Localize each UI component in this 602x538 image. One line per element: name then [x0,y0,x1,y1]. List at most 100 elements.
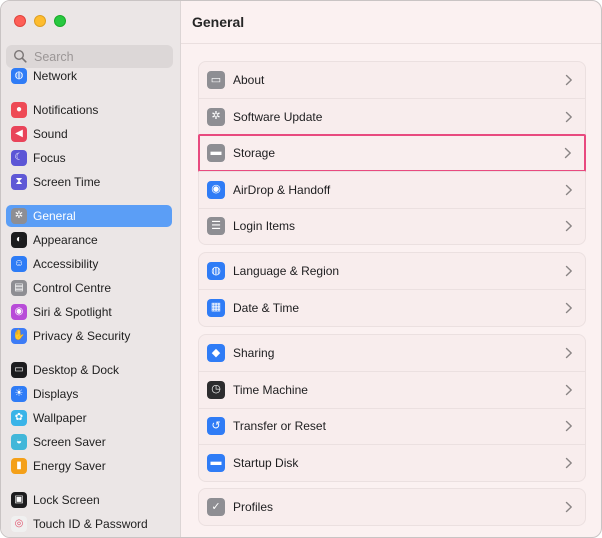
minimize-window-button[interactable] [34,15,46,27]
sidebar-item-lock-screen[interactable]: ▣ Lock Screen [6,489,172,511]
settings-row-sharing[interactable]: ◆ Sharing [199,335,585,371]
settings-group: ◍ Language & Region ▦ Date & Time [198,252,586,327]
lock-screen-icon: ▣ [11,492,27,508]
battery-icon: ▮ [11,458,27,474]
startup-disk-icon: ▬ [207,453,225,472]
sidebar-item-privacy-security[interactable]: ✋ Privacy & Security [6,325,172,347]
settings-row-about[interactable]: ▭ About [199,62,585,98]
settings-row-transfer-or-reset[interactable]: ↺ Transfer or Reset [199,407,585,444]
sun-icon: ☀ [11,386,27,402]
chevron-right-icon [565,420,573,432]
settings-row-software-update[interactable]: ✲ Software Update [199,98,585,134]
settings-row-language-region[interactable]: ◍ Language & Region [199,253,585,289]
sidebar-item-label: Control Centre [33,281,112,295]
globe-icon: ◍ [11,68,27,84]
chevron-right-icon [564,147,572,159]
chevron-right-icon [565,74,573,86]
settings-row-login-items[interactable]: ☰ Login Items [199,207,585,244]
settings-row-profiles[interactable]: ✓ Profiles [199,489,585,525]
sidebar-item-siri-spotlight[interactable]: ◉ Siri & Spotlight [6,301,172,323]
bell-icon: ● [11,102,27,118]
login-items-icon: ☰ [207,217,225,236]
settings-group: ✓ Profiles [198,488,586,527]
sidebar-item-label: Lock Screen [33,493,100,507]
settings-group: ◆ Sharing ◷ Time Machine ↺ Transfer or Reset ▬… [198,334,586,482]
sidebar-item-notifications[interactable]: ● Notifications [6,99,172,121]
sidebar-item-desktop-dock[interactable]: ▭ Desktop & Dock [6,359,172,381]
accessibility-icon: ☺ [11,256,27,272]
sidebar-item-label: Sound [33,127,68,141]
dock-icon: ▭ [11,362,27,378]
sidebar-item-displays[interactable]: ☀ Displays [6,383,172,405]
sidebar-item-control-centre[interactable]: ▤ Control Centre [6,277,172,299]
settings-row-label: AirDrop & Handoff [233,182,331,197]
sidebar-item-label: Privacy & Security [33,329,131,343]
sidebar-item-label: Touch ID & Password [33,517,148,531]
sidebar-item-appearance[interactable]: ◐ Appearance [6,229,172,251]
sidebar-item-touch-id-password[interactable]: ◎ Touch ID & Password [6,513,172,535]
chevron-right-icon [565,501,573,513]
settings-row-label: Login Items [233,219,296,234]
zoom-window-button[interactable] [54,15,66,27]
reset-icon: ↺ [207,417,225,436]
settings-row-time-machine[interactable]: ◷ Time Machine [199,371,585,407]
appearance-icon: ◐ [11,232,27,248]
sidebar-item-screen-saver[interactable]: ◒ Screen Saver [6,431,172,453]
settings-row-label: Language & Region [233,264,340,278]
settings-row-label: Sharing [233,346,275,360]
screen-saver-icon: ◒ [11,434,27,450]
gear-icon: ✲ [11,208,27,224]
settings-group: ▭ About ✲ Software Update ▬ Storage ◉ AirDrop &… [198,61,586,245]
chevron-right-icon [565,220,573,232]
settings-row-label: Transfer or Reset [233,419,326,434]
sidebar-item-label: Energy Saver [33,459,106,473]
sidebar-search[interactable] [6,45,173,68]
settings-row-storage[interactable]: ▬ Storage [198,133,586,172]
sidebar-item-wallpaper[interactable]: ✿ Wallpaper [6,407,172,429]
search-input[interactable] [34,49,164,64]
fingerprint-icon: ◎ [11,516,27,532]
chevron-right-icon [565,347,573,359]
gear-badge-icon: ✲ [207,107,225,126]
settings-row-airdrop-handoff[interactable]: ◉ AirDrop & Handoff [199,171,585,207]
settings-row-label: Profiles [233,500,274,514]
chevron-right-icon [565,302,573,314]
sidebar-item-general[interactable]: ✲ General [6,205,172,227]
globe-icon: ◍ [207,262,225,280]
main-pane: General ▭ About ✲ Software Update ▬ Storage ◉ A… [181,1,601,537]
settings-row-label: Date & Time [233,300,300,315]
main-header: General [181,1,601,44]
sidebar-item-label: Network [33,69,78,83]
profiles-icon: ✓ [207,498,225,516]
about-icon: ▭ [207,71,225,89]
moon-icon: ☾ [11,150,27,166]
settings-row-label: Storage [233,145,276,160]
settings-row-label: Startup Disk [233,455,299,470]
settings-row-label: Time Machine [233,382,308,397]
sharing-icon: ◆ [207,344,225,362]
speaker-icon: ◀ [11,126,27,142]
sidebar-item-screen-time[interactable]: ⧗ Screen Time [6,171,172,193]
sidebar-item-label: Siri & Spotlight [33,305,112,319]
settings-row-startup-disk[interactable]: ▬ Startup Disk [199,444,585,480]
close-window-button[interactable] [14,15,26,27]
chevron-right-icon [565,457,573,469]
sidebar-item-network[interactable]: ◍ Network [6,68,172,87]
sidebar-item-label: Screen Saver [33,435,106,449]
sidebar-item-sound[interactable]: ◀ Sound [6,123,172,145]
chevron-right-icon [565,184,573,196]
sidebar-item-energy-saver[interactable]: ▮ Energy Saver [6,455,172,477]
settings-row-date-time[interactable]: ▦ Date & Time [199,289,585,325]
sidebar-item-accessibility[interactable]: ☺ Accessibility [6,253,172,275]
system-settings-window: ◍ Network ● Notifications ◀ Sound ☾ Focus ⧗ Scree… [0,0,602,538]
sidebar: ◍ Network ● Notifications ◀ Sound ☾ Focus ⧗ Scree… [1,1,181,537]
sidebar-item-label: Notifications [33,103,99,117]
sidebar-item-focus[interactable]: ☾ Focus [6,147,172,169]
control-centre-icon: ▤ [11,280,27,296]
sidebar-item-label: Screen Time [33,175,101,189]
sidebar-item-label: Desktop & Dock [33,363,120,377]
search-icon [13,49,28,64]
flower-icon: ✿ [11,410,27,426]
chevron-right-icon [565,265,573,277]
hand-icon: ✋ [11,328,27,344]
